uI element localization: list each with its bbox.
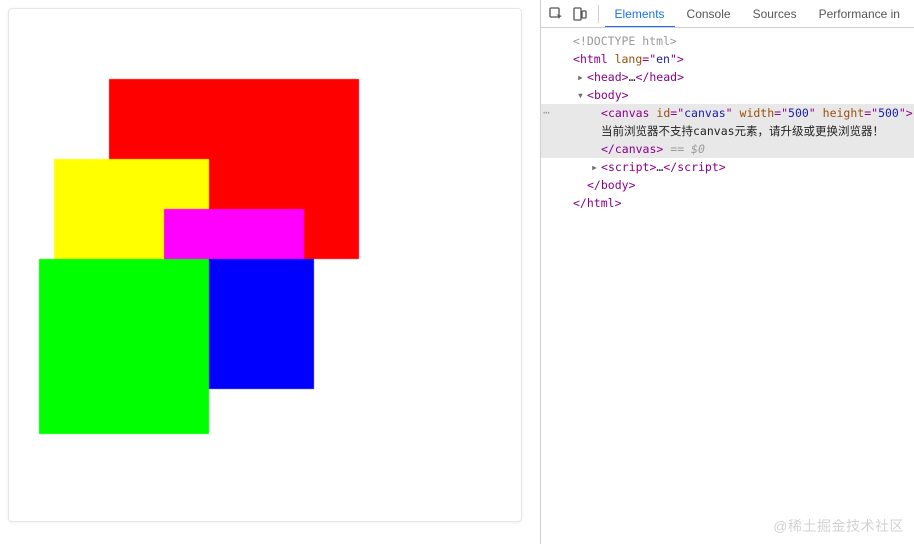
toolbar-separator — [598, 5, 599, 23]
page-card: 当前浏览器不支持canvas元素，请升级或更换浏览器！ — [8, 8, 522, 522]
tab-elements[interactable]: Elements — [605, 0, 675, 28]
dom-script[interactable]: ▸<script>…</script> — [541, 158, 914, 176]
dom-body-open[interactable]: ▾<body> — [541, 86, 914, 104]
device-toggle-icon[interactable] — [569, 2, 591, 26]
dom-canvas-text[interactable]: 当前浏览器不支持canvas元素，请升级或更换浏览器！ — [541, 122, 914, 140]
dom-canvas-close[interactable]: </canvas> == $0 — [541, 140, 914, 158]
dom-doctype[interactable]: <!DOCTYPE html> — [541, 32, 914, 50]
dom-canvas-open[interactable]: <canvas id="canvas" width="500" height="… — [541, 104, 914, 122]
dom-html-close[interactable]: </html> — [541, 194, 914, 212]
dom-body-close[interactable]: </body> — [541, 176, 914, 194]
tab-performance[interactable]: Performance in — [809, 0, 910, 28]
dom-head[interactable]: ▸<head>…</head> — [541, 68, 914, 86]
canvas-element: 当前浏览器不支持canvas元素，请升级或更换浏览器！ — [9, 9, 509, 509]
page-preview-pane: 当前浏览器不支持canvas元素，请升级或更换浏览器！ — [0, 0, 540, 544]
tab-sources[interactable]: Sources — [743, 0, 807, 28]
devtools-pane: Elements Console Sources Performance in … — [540, 0, 914, 544]
dom-tree[interactable]: <!DOCTYPE html> <html lang="en"> ▸<head>… — [541, 28, 914, 544]
inspect-icon[interactable] — [545, 2, 567, 26]
dom-html-open[interactable]: <html lang="en"> — [541, 50, 914, 68]
devtools-toolbar: Elements Console Sources Performance in — [541, 0, 914, 28]
tab-console[interactable]: Console — [677, 0, 741, 28]
